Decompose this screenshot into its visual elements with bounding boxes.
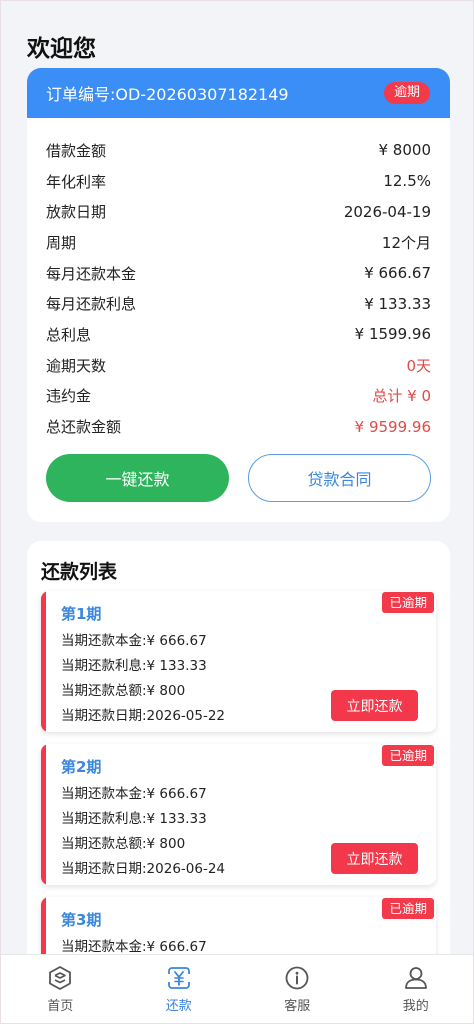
tab-repay-label: 还款 xyxy=(165,999,192,1014)
order-detail-row: 每月还款利息 ¥ 133.33 xyxy=(46,288,431,319)
order-detail-value: 总计 ¥ 0 xyxy=(372,387,431,406)
order-detail-row: 总利息 ¥ 1599.96 xyxy=(46,319,431,350)
repay-now-button[interactable]: 立即还款 xyxy=(331,843,418,874)
order-detail-value: 12.5% xyxy=(383,172,431,191)
repay-list-title: 还款列表 xyxy=(41,561,118,583)
period-principal: 当期还款本金:¥ 666.67 xyxy=(61,633,207,649)
period-date: 当期还款日期:2026-05-22 xyxy=(61,708,226,724)
tab-mine[interactable]: 我的 xyxy=(357,955,474,1023)
order-detail-label: 放款日期 xyxy=(46,203,107,222)
user-icon xyxy=(404,967,427,989)
period-accent-bar xyxy=(41,744,46,885)
order-card: 订单编号:OD-20260307182149 逾期 借款金额 ¥ 8000 年化利率… xyxy=(27,68,450,522)
order-detail-label: 年化利率 xyxy=(46,172,107,191)
tab-home-label: 首页 xyxy=(47,999,74,1014)
period-name: 第1期 xyxy=(61,605,102,623)
period-name: 第3期 xyxy=(61,911,102,929)
period-overdue-badge: 已逾期 xyxy=(382,745,434,766)
order-details: 借款金额 ¥ 8000 年化利率 12.5% 放款日期 2026-04-19 周期 12个月每… xyxy=(27,118,450,442)
tab-service[interactable]: 客服 xyxy=(238,955,357,1023)
order-detail-row: 借款金额 ¥ 8000 xyxy=(46,135,431,166)
period-principal: 当期还款本金:¥ 666.67 xyxy=(61,786,207,802)
bottom-tab-bar: 首页 还款 客服 我的 xyxy=(1,954,474,1023)
order-actions: 一键还款 贷款合同 xyxy=(46,454,431,502)
order-detail-value: ¥ 133.33 xyxy=(364,294,431,313)
loan-contract-button[interactable]: 贷款合同 xyxy=(248,454,431,502)
order-detail-label: 总还款金额 xyxy=(46,418,122,437)
tab-home[interactable]: 首页 xyxy=(1,955,120,1023)
order-detail-value: 2026-04-19 xyxy=(343,202,431,221)
period-total: 当期还款总额:¥ 800 xyxy=(61,836,186,852)
tab-service-label: 客服 xyxy=(284,999,311,1014)
repay-now-button[interactable]: 立即还款 xyxy=(331,690,418,721)
order-detail-value: 12个月 xyxy=(381,233,431,252)
order-detail-value: 0天 xyxy=(406,356,431,375)
order-detail-label: 每月还款利息 xyxy=(46,295,137,314)
order-header: 订单编号:OD-20260307182149 逾期 xyxy=(27,68,450,118)
order-detail-label: 逾期天数 xyxy=(46,356,107,375)
repay-list-card: 还款列表 第1期 当期还款本金:¥ 666.67 当期还款利息:¥ 133.33… xyxy=(27,541,450,971)
order-detail-row: 周期 12个月 xyxy=(46,227,431,258)
period-interest: 当期还款利息:¥ 133.33 xyxy=(61,811,207,827)
order-detail-value: ¥ 8000 xyxy=(378,141,432,160)
info-icon xyxy=(285,966,309,990)
period-name: 第2期 xyxy=(61,758,102,776)
page-title: 欢迎您 xyxy=(27,36,96,62)
period-accent-bar xyxy=(41,591,46,732)
order-detail-row: 年化利率 12.5% xyxy=(46,166,431,197)
order-detail-label: 借款金额 xyxy=(46,141,107,160)
home-cube-icon xyxy=(49,966,72,990)
period-date: 当期还款日期:2026-06-24 xyxy=(61,861,226,877)
page: 欢迎您 订单编号:OD-20260307182149 逾期 借款金额 ¥ 8000… xyxy=(0,0,474,1024)
overdue-status-badge: 逾期 xyxy=(383,82,430,104)
period-card: 第1期 当期还款本金:¥ 666.67 当期还款利息:¥ 133.33 当期还款… xyxy=(41,591,436,732)
period-principal: 当期还款本金:¥ 666.67 xyxy=(61,939,207,955)
order-detail-value: ¥ 1599.96 xyxy=(354,325,431,344)
order-detail-row: 放款日期 2026-04-19 xyxy=(46,196,431,227)
order-detail-value: ¥ 666.67 xyxy=(364,264,431,283)
order-detail-row: 逾期天数 0天 xyxy=(46,350,431,381)
order-detail-row: 总还款金额 ¥ 9599.96 xyxy=(46,411,431,442)
period-total: 当期还款总额:¥ 800 xyxy=(61,683,186,699)
tab-repay[interactable]: 还款 xyxy=(120,955,239,1023)
order-detail-label: 每月还款本金 xyxy=(46,264,137,283)
order-detail-label: 周期 xyxy=(46,233,77,252)
order-number: 订单编号:OD-20260307182149 xyxy=(46,85,289,104)
order-detail-label: 总利息 xyxy=(46,325,92,344)
period-card: 第2期 当期还款本金:¥ 666.67 当期还款利息:¥ 133.33 当期还款… xyxy=(41,744,436,885)
yuan-wallet-icon xyxy=(165,967,192,989)
period-interest: 当期还款利息:¥ 133.33 xyxy=(61,658,207,674)
period-overdue-badge: 已逾期 xyxy=(382,898,434,919)
tab-mine-label: 我的 xyxy=(402,999,429,1014)
order-detail-label: 违约金 xyxy=(46,387,92,406)
order-detail-value: ¥ 9599.96 xyxy=(354,417,431,436)
order-detail-row: 违约金 总计 ¥ 0 xyxy=(46,381,431,412)
period-overdue-badge: 已逾期 xyxy=(382,592,434,613)
order-detail-row: 每月还款本金 ¥ 666.67 xyxy=(46,258,431,289)
one-click-repay-button[interactable]: 一键还款 xyxy=(46,454,229,502)
